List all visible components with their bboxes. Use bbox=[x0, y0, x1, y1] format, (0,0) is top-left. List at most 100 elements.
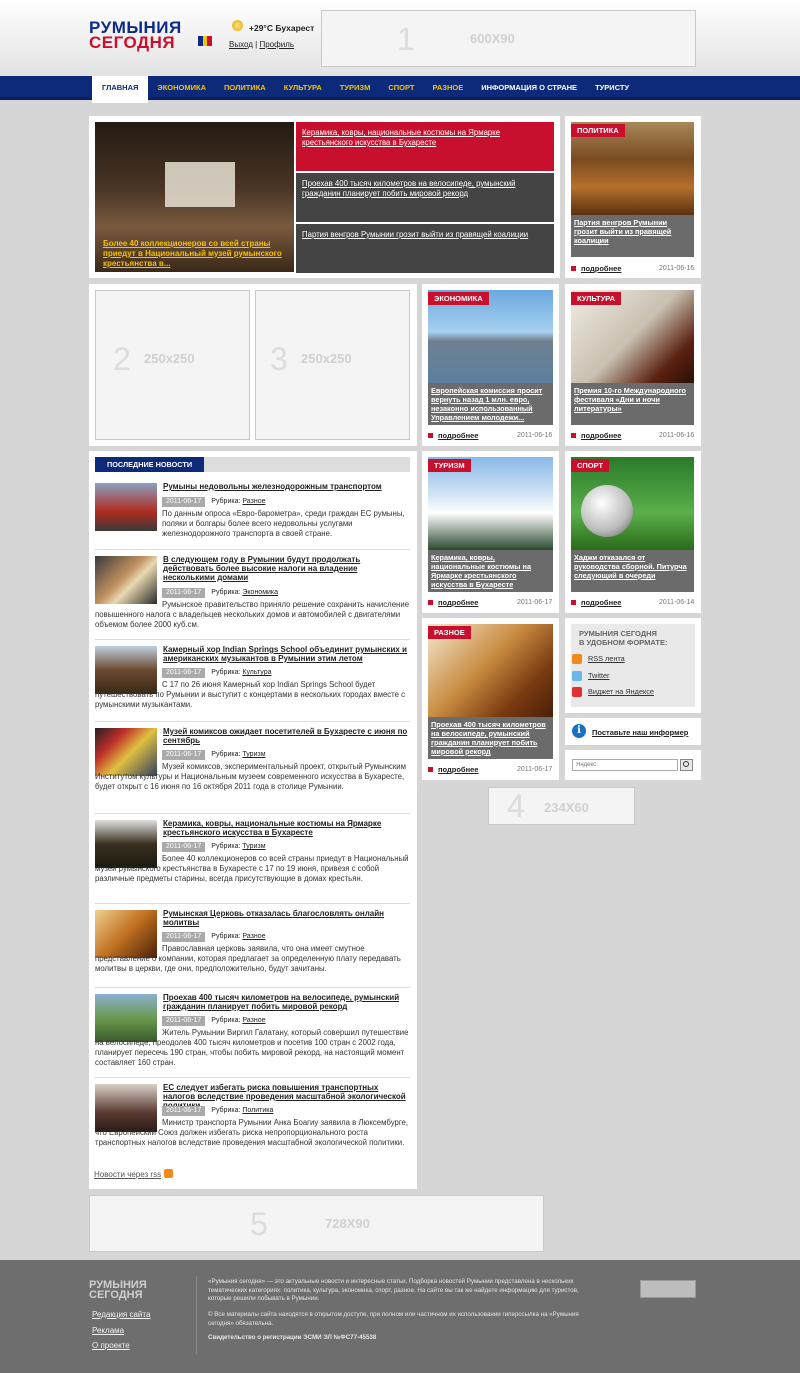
search-input[interactable] bbox=[572, 759, 678, 771]
featured-caption[interactable]: Более 40 коллекционеров со всей страны п… bbox=[103, 239, 289, 269]
news-separator bbox=[95, 903, 410, 904]
featured-photo-detail bbox=[165, 162, 235, 207]
rubric-label: Рубрика: bbox=[211, 843, 241, 850]
card-title[interactable]: Европейская комиссия просит вернуть наза… bbox=[428, 383, 553, 425]
rubric-label: Рубрика: bbox=[211, 498, 241, 505]
banner-728x90[interactable]: 5 728X90 bbox=[89, 1195, 544, 1252]
banner-top[interactable]: 1 600X90 bbox=[321, 10, 696, 67]
more-link[interactable]: подробнее bbox=[571, 598, 621, 607]
rubric-link[interactable]: Разное bbox=[242, 933, 265, 940]
banner-number: 3 bbox=[270, 341, 288, 377]
search-button[interactable] bbox=[680, 759, 693, 771]
card-date: 2011-06-14 bbox=[659, 599, 695, 606]
nav-item-tourism[interactable]: ТУРИЗМ bbox=[331, 76, 380, 100]
news-date: 2011-06-17 bbox=[162, 588, 206, 598]
footer-link-ads[interactable]: Реклама bbox=[92, 1326, 124, 1335]
card-date: 2011-06-17 bbox=[517, 766, 553, 773]
footer-link-about[interactable]: О проекте bbox=[92, 1341, 130, 1350]
formats-title-1: РУМЫНИЯ СЕГОДНЯ bbox=[579, 629, 657, 638]
logout-link[interactable]: Выход bbox=[229, 40, 253, 49]
auth-links: Выход | Профиль bbox=[229, 40, 294, 49]
twitter-link[interactable]: Twitter bbox=[572, 671, 610, 682]
rubric-link[interactable]: Культура bbox=[242, 669, 271, 676]
rubric-label: Рубрика: bbox=[211, 1107, 241, 1114]
rubric-label: Рубрика: bbox=[211, 669, 241, 676]
more-link[interactable]: подробнее bbox=[571, 431, 621, 440]
rubric-link[interactable]: Разное bbox=[242, 498, 265, 505]
card-date: 2011-06-16 bbox=[659, 432, 695, 439]
category-tag[interactable]: РАЗНОЕ bbox=[428, 626, 471, 639]
headline-3[interactable]: Партия венгров Румынии грозит выйти из п… bbox=[296, 224, 554, 273]
more-link[interactable]: подробнее bbox=[571, 264, 621, 273]
footer-link-editorial[interactable]: Редакция сайта bbox=[92, 1310, 150, 1319]
banner-number: 1 bbox=[397, 21, 415, 57]
counter-badge[interactable] bbox=[640, 1280, 696, 1298]
nav-item-country-info[interactable]: ИНФОРМАЦИЯ О СТРАНЕ bbox=[472, 76, 586, 100]
card-title[interactable]: Хаджи отказался от руководства сборной. … bbox=[571, 550, 694, 592]
profile-link[interactable]: Профиль bbox=[259, 40, 294, 49]
rubric-link[interactable]: Разное bbox=[242, 1017, 265, 1024]
rubric-link[interactable]: Туризм bbox=[242, 751, 265, 758]
news-thumbnail[interactable] bbox=[95, 556, 157, 604]
rss-news-link[interactable]: Новости через rss bbox=[94, 1170, 161, 1179]
nav-item-culture[interactable]: КУЛЬТУРА bbox=[275, 76, 331, 100]
footer: РУМЫНИЯ СЕГОДНЯ Редакция сайта Реклама О… bbox=[0, 1260, 800, 1373]
news-title[interactable]: Камерный хор Indian Springs School объед… bbox=[163, 645, 409, 663]
news-date: 2011-06-17 bbox=[162, 1106, 206, 1116]
yandex-widget-link[interactable]: Виджет на Яндексе bbox=[572, 687, 654, 698]
banner-250-left[interactable]: 2 250x250 bbox=[95, 290, 250, 440]
footer-logo[interactable]: РУМЫНИЯ СЕГОДНЯ bbox=[89, 1280, 147, 1301]
banner-number: 2 bbox=[113, 341, 131, 377]
news-meta: 2011-06-17 Рубрика: Разное bbox=[162, 932, 266, 942]
informer-link[interactable]: Поставьте наш информер bbox=[592, 728, 688, 737]
news-title[interactable]: Румынская Церковь отказалась благословля… bbox=[163, 909, 409, 927]
rubric-link[interactable]: Экономика bbox=[242, 589, 278, 596]
weather-text: +29°C Бухарест bbox=[249, 23, 315, 33]
site-logo[interactable]: РУМЫНИЯ СЕГОДНЯ bbox=[89, 19, 182, 51]
rubric-link[interactable]: Политика bbox=[242, 1107, 273, 1114]
rubric-label: Рубрика: bbox=[211, 933, 241, 940]
card-title[interactable]: Премия 10-го Международного фестиваля «Д… bbox=[571, 383, 694, 425]
card-title[interactable]: Партия венгров Румынии грозит выйти из п… bbox=[571, 215, 694, 257]
category-tag[interactable]: СПОРТ bbox=[571, 459, 610, 472]
headline-2[interactable]: Проехав 400 тысяч километров на велосипе… bbox=[296, 173, 554, 222]
banner-234x60[interactable]: 4 234X60 bbox=[488, 787, 635, 825]
news-title[interactable]: Проехав 400 тысяч километров на велосипе… bbox=[163, 993, 409, 1011]
nav-item-sport[interactable]: СПОРТ bbox=[379, 76, 423, 100]
news-title[interactable]: Керамика, ковры, национальные костюмы на… bbox=[163, 819, 409, 837]
news-title[interactable]: Румыны недовольны железнодорожным трансп… bbox=[163, 482, 409, 491]
banner-250-right[interactable]: 3 250x250 bbox=[255, 290, 410, 440]
rss-feed-link[interactable]: RSS лента bbox=[572, 654, 625, 665]
banner-size: 600X90 bbox=[470, 31, 515, 46]
more-link[interactable]: подробнее bbox=[428, 598, 478, 607]
card-title[interactable]: Керамика, ковры, национальные костюмы на… bbox=[428, 550, 553, 592]
category-tag[interactable]: ПОЛИТИКА bbox=[571, 124, 625, 137]
news-thumbnail[interactable] bbox=[95, 483, 157, 531]
category-tag[interactable]: ТУРИЗМ bbox=[428, 459, 471, 472]
yandex-icon bbox=[572, 687, 582, 698]
news-title[interactable]: В следующем году в Румынии будут продолж… bbox=[163, 555, 409, 582]
headline-1[interactable]: Керамика, ковры, национальные костюмы на… bbox=[296, 122, 554, 171]
nav-item-misc[interactable]: РАЗНОЕ bbox=[423, 76, 472, 100]
card-title[interactable]: Проехав 400 тысяч километров на велосипе… bbox=[428, 717, 553, 759]
category-tag[interactable]: ЭКОНОМИКА bbox=[428, 292, 489, 305]
soccer-ball-icon bbox=[581, 485, 633, 537]
more-link[interactable]: подробнее bbox=[428, 431, 478, 440]
featured-image[interactable]: Более 40 коллекционеров со всей страны п… bbox=[95, 122, 294, 272]
nav-item-tourist[interactable]: ТУРИСТУ bbox=[586, 76, 638, 100]
news-meta: 2011-06-17 Рубрика: Культура bbox=[162, 668, 271, 678]
rubric-link[interactable]: Туризм bbox=[242, 843, 265, 850]
banner-number: 5 bbox=[250, 1206, 268, 1242]
news-title[interactable]: Музей комиксов ожидает посетителей в Бух… bbox=[163, 727, 409, 745]
nav-item-politics[interactable]: ПОЛИТИКА bbox=[215, 76, 275, 100]
more-link[interactable]: подробнее bbox=[428, 765, 478, 774]
news-meta: 2011-06-17 Рубрика: Экономика bbox=[162, 588, 278, 598]
news-separator bbox=[95, 639, 410, 640]
category-tag[interactable]: КУЛЬТУРА bbox=[571, 292, 622, 305]
latest-news-header: ПОСЛЕДНИЕ НОВОСТИ bbox=[95, 457, 410, 472]
news-text: Музей комиксов, экспериментальный проект… bbox=[95, 762, 407, 791]
nav-item-home[interactable]: ГЛАВНАЯ bbox=[92, 76, 149, 103]
nav-item-economy[interactable]: ЭКОНОМИКА bbox=[148, 76, 215, 100]
news-meta: 2011-06-17 Рубрика: Туризм bbox=[162, 842, 266, 852]
news-date: 2011-06-17 bbox=[162, 932, 206, 942]
